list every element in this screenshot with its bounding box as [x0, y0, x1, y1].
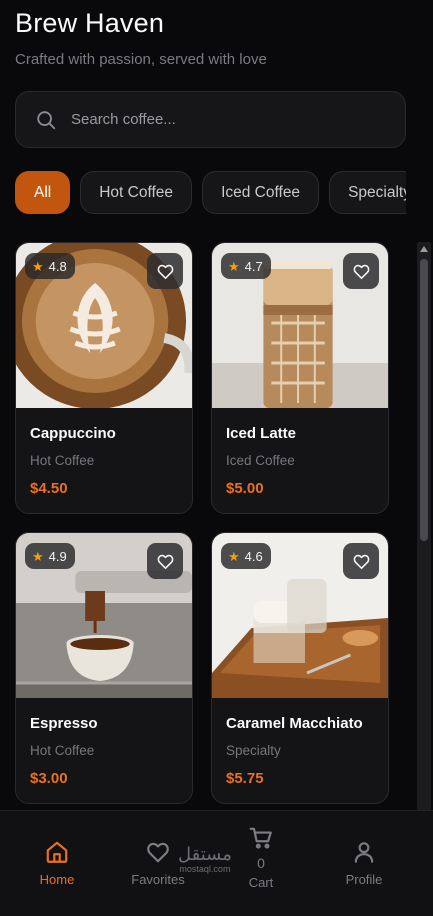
category-filters: All Hot Coffee Iced Coffee Specialty [15, 171, 406, 214]
cart-count-badge: 0 [257, 855, 265, 871]
rating-badge: ★ 4.8 [25, 253, 75, 279]
category-chip-specialty[interactable]: Specialty [329, 171, 406, 214]
rating-badge: ★ 4.9 [25, 543, 75, 569]
heart-icon [353, 264, 369, 279]
product-card-cappuccino[interactable]: ★ 4.8 Cappuccino Hot Coffee $4.50 [15, 242, 193, 514]
product-category: Hot Coffee [30, 743, 95, 758]
search-input[interactable] [71, 111, 371, 128]
cart-icon [249, 827, 272, 849]
star-icon: ★ [32, 548, 44, 564]
product-price: $5.75 [226, 770, 264, 787]
app-root: Brew Haven Crafted with passion, served … [0, 0, 433, 916]
product-card-caramel-macchiato[interactable]: ★ 4.6 Caramel Macchiato Specialty $5.75 [211, 532, 389, 804]
heart-icon [353, 554, 369, 569]
product-name: Caramel Macchiato [226, 715, 363, 732]
heart-icon [147, 842, 169, 863]
product-price: $3.00 [30, 770, 68, 787]
rating-badge: ★ 4.7 [221, 253, 271, 279]
product-grid: ★ 4.8 Cappuccino Hot Coffee $4.50 ★ 4.7 … [15, 242, 395, 810]
product-name: Cappuccino [30, 425, 116, 442]
product-price: $4.50 [30, 480, 68, 497]
home-icon [46, 841, 68, 863]
app-subtitle: Crafted with passion, served with love [15, 51, 267, 68]
product-name: Iced Latte [226, 425, 297, 442]
star-icon: ★ [228, 258, 240, 274]
scrollbar[interactable] [417, 242, 431, 810]
nav-cart[interactable]: 0 Cart [242, 811, 280, 916]
nav-cart-label: Cart [248, 875, 274, 890]
star-icon: ★ [228, 548, 240, 564]
app-title: Brew Haven [15, 8, 165, 38]
product-category: Iced Coffee [226, 453, 295, 468]
nav-profile[interactable]: Profile [344, 811, 384, 916]
star-icon: ★ [32, 258, 44, 274]
rating-value: 4.8 [48, 258, 67, 274]
heart-icon [157, 554, 173, 569]
product-category: Hot Coffee [30, 453, 95, 468]
scrollbar-thumb[interactable] [420, 259, 428, 541]
rating-badge: ★ 4.6 [221, 543, 271, 569]
product-card-iced-latte[interactable]: ★ 4.7 Iced Latte Iced Coffee $5.00 [211, 242, 389, 514]
category-chip-iced-coffee[interactable]: Iced Coffee [202, 171, 320, 214]
product-price: $5.00 [226, 480, 264, 497]
nav-home[interactable]: Home [38, 811, 76, 916]
product-card-espresso[interactable]: ★ 4.9 Espresso Hot Coffee $3.00 [15, 532, 193, 804]
category-chip-all[interactable]: All [15, 171, 71, 214]
product-category: Specialty [226, 743, 281, 758]
nav-home-label: Home [39, 872, 75, 887]
nav-profile-label: Profile [345, 872, 383, 887]
watermark-logo: مستقل mostaql.com [178, 846, 232, 874]
favorite-button[interactable] [147, 253, 183, 289]
category-chip-hot-coffee[interactable]: Hot Coffee [80, 171, 193, 214]
watermark-text: مستقل [178, 844, 232, 865]
watermark-url: mostaql.com [179, 864, 231, 874]
nav-favorites-label: Favorites [131, 872, 185, 887]
rating-value: 4.7 [244, 258, 263, 274]
header: Brew Haven Crafted with passion, served … [15, 8, 267, 68]
favorite-button[interactable] [343, 543, 379, 579]
search-icon [37, 110, 56, 129]
user-icon [354, 842, 374, 863]
rating-value: 4.6 [244, 548, 263, 564]
product-name: Espresso [30, 715, 98, 732]
search-bar[interactable] [15, 91, 406, 148]
favorite-button[interactable] [343, 253, 379, 289]
favorite-button[interactable] [147, 543, 183, 579]
rating-value: 4.9 [48, 548, 67, 564]
heart-icon [157, 264, 173, 279]
scroll-up-arrow-icon[interactable] [420, 246, 428, 252]
